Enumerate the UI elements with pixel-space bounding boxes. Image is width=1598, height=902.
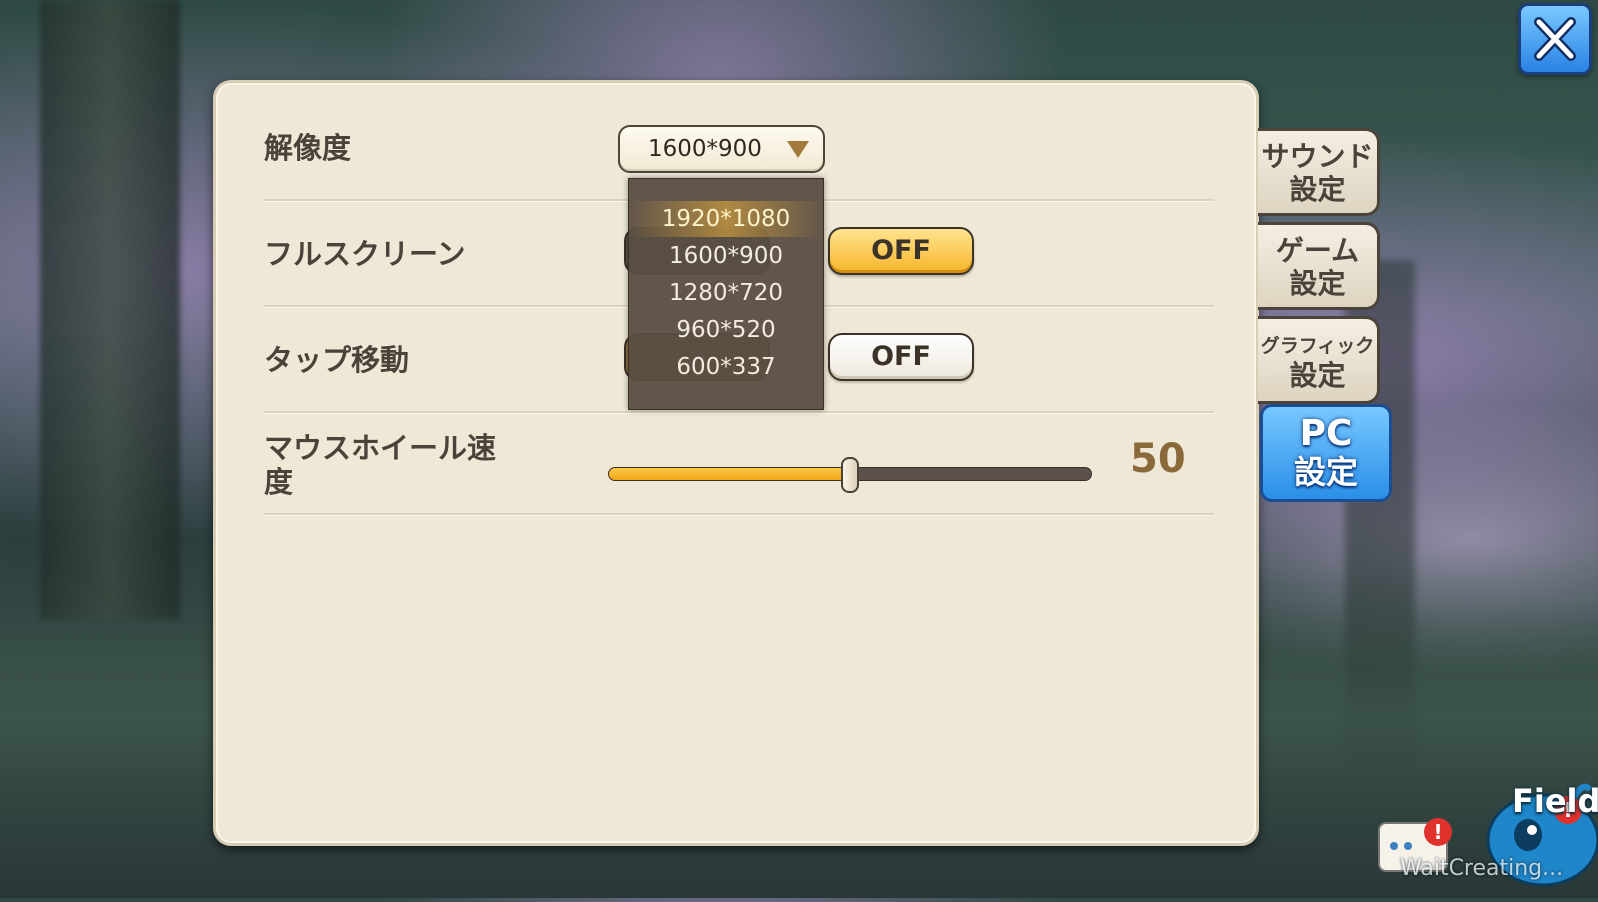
resolution-option[interactable]: 1600*900 (629, 238, 823, 274)
row-divider (264, 513, 1214, 516)
resolution-option[interactable]: 1280*720 (629, 275, 823, 311)
resolution-dropdown[interactable]: 1600*900 (618, 125, 825, 173)
tap-move-off-toggle[interactable]: OFF (828, 333, 974, 381)
resolution-selected-value: 1600*900 (648, 136, 762, 162)
tab-sound-settings[interactable]: サウンド 設定 (1258, 128, 1380, 216)
mouse-wheel-speed-value: 50 (1130, 436, 1186, 482)
background-tree-trunk (40, 0, 180, 620)
mouse-wheel-speed-slider[interactable] (608, 457, 1092, 493)
tab-graphics-settings[interactable]: グラフィック 設定 (1258, 316, 1380, 404)
tab-pc-settings[interactable]: PC 設定 (1260, 404, 1392, 502)
fullscreen-label: フルスクリーン (264, 237, 466, 271)
mouse-wheel-speed-label: マウスホイール速度 (264, 431, 497, 499)
tab-game-settings[interactable]: ゲーム 設定 (1258, 222, 1380, 310)
triangle-down-icon (787, 141, 809, 158)
tab-label: 設定 (1289, 359, 1346, 392)
row-divider (264, 411, 1214, 414)
close-x-icon (1534, 17, 1576, 61)
slider-fill (609, 468, 850, 480)
fullscreen-off-toggle[interactable]: OFF (828, 227, 974, 275)
tap-move-label: タップ移動 (264, 343, 410, 377)
loading-status-text: WaitCreating... (1400, 856, 1564, 881)
tab-label: ゲーム (1275, 234, 1360, 267)
tab-label: PC (1299, 413, 1353, 454)
settings-panel: 解像度 1600*900 フルスクリーン ON OFF タップ移動 ON OFF… (213, 80, 1259, 846)
tab-label: 設定 (1289, 173, 1346, 206)
field-label: Field (1512, 782, 1598, 820)
resolution-option[interactable]: 960*520 (629, 312, 823, 348)
tab-label: サウンド (1261, 140, 1374, 173)
close-button[interactable] (1518, 3, 1592, 75)
slider-thumb[interactable] (841, 457, 859, 493)
tab-label: グラフィック (1260, 335, 1375, 357)
tab-label: 設定 (1293, 453, 1358, 491)
exclamation-icon: ! (1424, 818, 1452, 846)
resolution-option[interactable]: 600*337 (629, 349, 823, 385)
status-area: ! ! Field WaitCreating... (1378, 770, 1598, 898)
tab-label: 設定 (1289, 267, 1346, 300)
resolution-option[interactable]: 1920*1080 (629, 201, 823, 237)
resolution-options-list: 1920*1080 1600*900 1280*720 960*520 600*337 (628, 178, 824, 410)
resolution-label: 解像度 (264, 131, 352, 165)
